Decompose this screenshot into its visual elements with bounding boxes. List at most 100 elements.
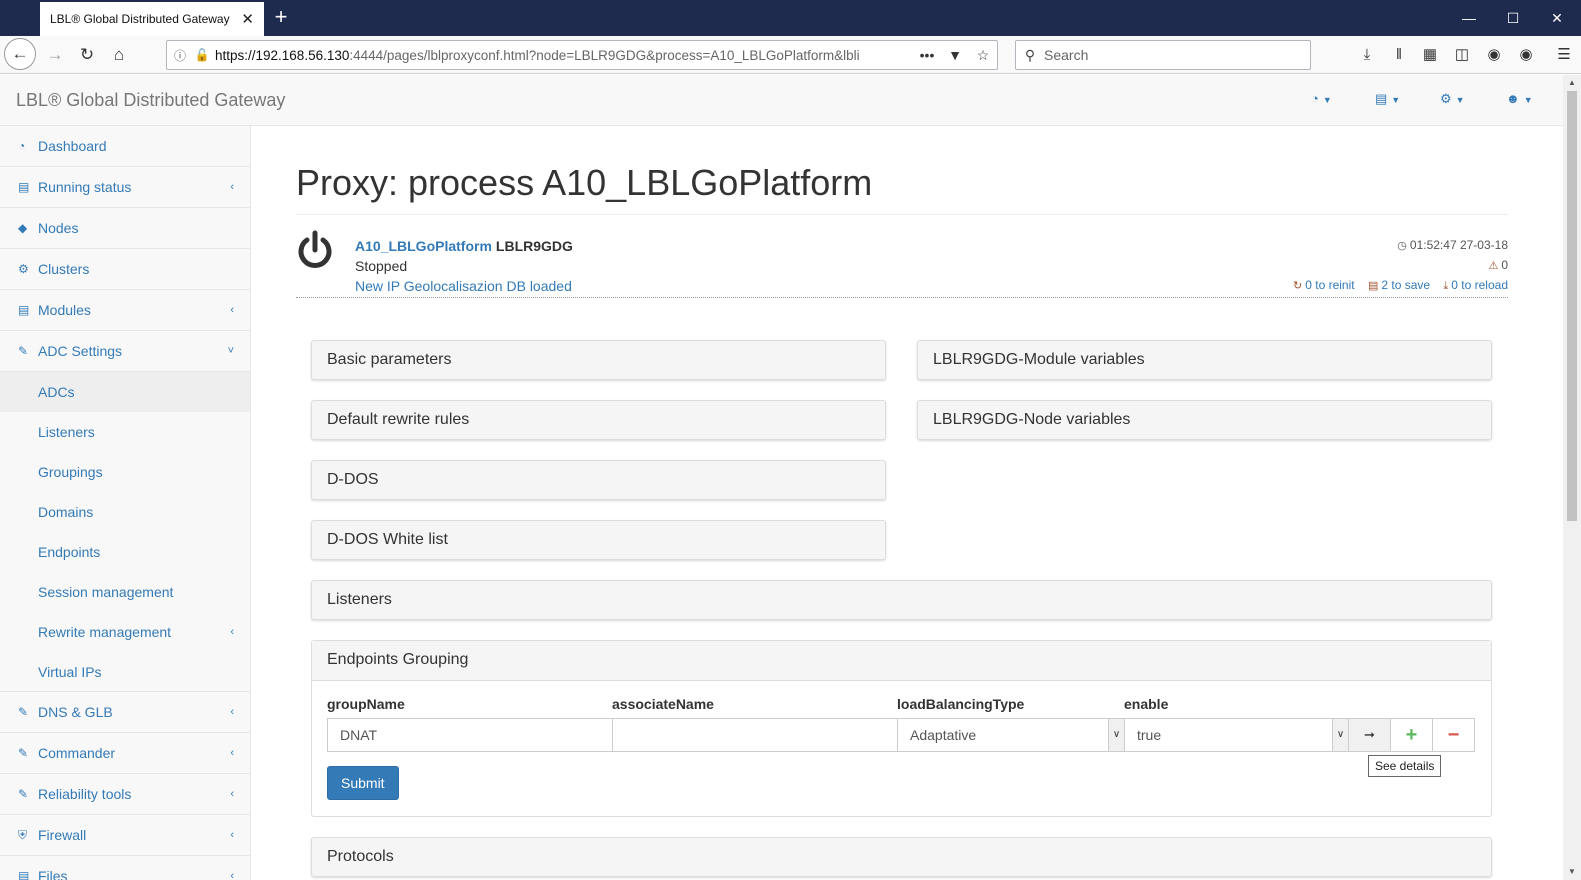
home-icon[interactable]: ⌂ — [104, 40, 134, 70]
info-icon[interactable]: ⓘ — [167, 47, 193, 64]
chevron-down-icon[interactable]: ∨ — [1108, 719, 1124, 751]
sidebar-item-dashboard[interactable]: ◔ Dashboard — [0, 126, 250, 167]
sign-in-icon: ➞ — [1364, 727, 1375, 742]
sidebar-item-firewall[interactable]: ⛨ Firewall ‹ — [0, 815, 250, 856]
page-actions-icon[interactable]: ••• — [913, 47, 941, 63]
warning-count: ⚠ 0 — [1488, 258, 1508, 272]
floppy-icon: ▤ — [1375, 91, 1388, 106]
dashboard-icon: ◔ — [1311, 91, 1319, 106]
sidebar-item-nodes[interactable]: ◆ Nodes — [0, 208, 250, 249]
caret-down-icon: ▼ — [1322, 95, 1332, 105]
edit-icon: ✎ — [18, 787, 29, 801]
warning-icon: ⚠ — [1488, 260, 1499, 272]
sidebar-item-running-status[interactable]: ▤ Running status ‹ — [0, 167, 250, 208]
remove-row-button[interactable]: − — [1432, 718, 1475, 752]
chevron-left-icon: ‹ — [230, 626, 234, 638]
settings-menu[interactable]: ⚙ ▼ — [1440, 91, 1465, 107]
sidebar-item-dns-glb[interactable]: ✎ DNS & GLB ‹ — [0, 692, 250, 733]
browser-tab[interactable]: LBL® Global Distributed Gateway ✕ — [40, 2, 264, 36]
associate-name-input[interactable] — [612, 718, 898, 752]
panel-node-variables[interactable]: LBLR9GDG-Node variables — [917, 400, 1492, 440]
sidebar-icon[interactable]: ◫ — [1450, 44, 1474, 66]
maximize-icon[interactable]: ☐ — [1491, 0, 1535, 36]
window-close-icon[interactable]: ✕ — [1535, 0, 1579, 36]
tab-close-icon[interactable]: ✕ — [241, 10, 254, 28]
cookie-icon[interactable]: ◉ — [1514, 44, 1538, 66]
reload-icon[interactable]: ↻ — [72, 40, 102, 70]
process-name-link[interactable]: A10_LBLGoPlatform — [355, 238, 492, 254]
bookmark-star-icon[interactable]: ☆ — [969, 47, 997, 64]
group-name-input[interactable] — [327, 718, 613, 752]
url-bar[interactable]: ⓘ 🔓 https://192.168.56.130:4444/pages/lb… — [166, 40, 998, 70]
pocket-icon[interactable]: ▼ — [941, 47, 969, 63]
sidebar-item-reliability-tools[interactable]: ✎ Reliability tools ‹ — [0, 774, 250, 815]
download-icon: ⤓ — [1443, 280, 1449, 292]
to-save-link[interactable]: ▤ 2 to save — [1368, 278, 1430, 292]
app-brand[interactable]: LBL® Global Distributed Gateway — [16, 90, 285, 111]
sidebar-item-adc-settings[interactable]: ✎ ADC Settings ˅ — [0, 331, 250, 372]
pending-actions: ↻ 0 to reinit ▤ 2 to save ⤓ 0 to reload — [1283, 278, 1508, 293]
sidebar-subitem-listeners[interactable]: Listeners — [0, 412, 250, 452]
panel-module-variables[interactable]: LBLR9GDG-Module variables — [917, 340, 1492, 380]
mask-icon[interactable]: ◉ — [1482, 44, 1506, 66]
chevron-down-icon[interactable]: ∨ — [1332, 719, 1348, 751]
panel-ddos[interactable]: D-DOS — [311, 460, 886, 500]
save-menu[interactable]: ▤ ▼ — [1375, 91, 1400, 107]
enable-label: enable — [1124, 696, 1169, 712]
library-icon[interactable]: ‖ — [1387, 44, 1411, 66]
sidebar-item-commander[interactable]: ✎ Commander ‹ — [0, 733, 250, 774]
floppy-icon: ▤ — [1367, 280, 1379, 292]
hamburger-menu-icon[interactable]: ☰ — [1552, 44, 1576, 66]
lb-type-select[interactable]: Adaptative ∨ — [897, 718, 1125, 752]
sidebar-subitem-rewrite-management[interactable]: Rewrite management ‹ — [0, 612, 250, 652]
sidebar-subitem-endpoints[interactable]: Endpoints — [0, 532, 250, 572]
sidebar-item-files[interactable]: ▤ Files ‹ — [0, 856, 250, 880]
to-reload-link[interactable]: ⤓ 0 to reload — [1443, 278, 1508, 292]
url-text[interactable]: https://192.168.56.130:4444/pages/lblpro… — [211, 48, 913, 63]
refresh-icon: ↻ — [1293, 280, 1303, 292]
download-icon[interactable]: ⤓ — [1355, 44, 1379, 66]
process-message[interactable]: New IP Geolocalisazion DB loaded — [355, 278, 572, 294]
forward-arrow-icon[interactable]: → — [40, 40, 70, 70]
panel-basic-parameters[interactable]: Basic parameters — [311, 340, 886, 380]
extension-icon[interactable]: ▦ — [1418, 44, 1442, 66]
scroll-up-icon[interactable]: ▲ — [1563, 75, 1581, 91]
sidebar-subitem-virtual-ips[interactable]: Virtual IPs — [0, 652, 250, 692]
search-input[interactable] — [1044, 47, 1294, 63]
sidebar-subitem-session-management[interactable]: Session management — [0, 572, 250, 612]
back-arrow-icon[interactable]: ← — [4, 38, 36, 70]
to-reinit-link[interactable]: ↻ 0 to reinit — [1293, 278, 1355, 292]
panel-ddos-white-list[interactable]: D-DOS White list — [311, 520, 886, 560]
sidebar-subitem-domains[interactable]: Domains — [0, 492, 250, 532]
search-icon: ⚲ — [1024, 46, 1036, 63]
minimize-icon[interactable]: — — [1447, 0, 1491, 36]
insecure-lock-icon[interactable]: 🔓 — [193, 48, 211, 62]
power-icon[interactable] — [296, 230, 334, 272]
sidebar-item-clusters[interactable]: ⚙ Clusters — [0, 249, 250, 290]
sidebar-subitem-adcs[interactable]: ADCs — [0, 372, 250, 412]
scroll-down-icon[interactable]: ▼ — [1563, 864, 1581, 880]
chevron-left-icon: ‹ — [230, 788, 234, 800]
search-bar[interactable]: ⚲ — [1015, 40, 1311, 70]
sidebar-item-modules[interactable]: ▤ Modules ‹ — [0, 290, 250, 331]
edit-icon: ✎ — [18, 746, 29, 760]
caret-down-icon: ▼ — [1391, 95, 1401, 105]
process-name-line: A10_LBLGoPlatform LBLR9GDG — [355, 238, 573, 254]
edit-icon: ✎ — [18, 705, 29, 719]
see-details-button[interactable]: ➞ — [1348, 718, 1391, 752]
user-icon: ☻ — [1506, 91, 1520, 106]
vertical-scrollbar[interactable]: ▲ ▼ — [1563, 75, 1581, 880]
panel-listeners[interactable]: Listeners — [311, 580, 1492, 620]
submit-button[interactable]: Submit — [327, 766, 399, 800]
add-row-button[interactable]: + — [1390, 718, 1433, 752]
enable-select[interactable]: true ∨ — [1124, 718, 1349, 752]
sidebar-subitem-groupings[interactable]: Groupings — [0, 452, 250, 492]
dashboard-menu[interactable]: ◔ ▼ — [1311, 91, 1332, 106]
new-tab-button[interactable]: + — [270, 4, 292, 30]
scroll-thumb[interactable] — [1567, 91, 1577, 521]
panel-default-rewrite-rules[interactable]: Default rewrite rules — [311, 400, 886, 440]
panel-protocols[interactable]: Protocols — [311, 837, 1492, 877]
user-menu[interactable]: ☻ ▼ — [1506, 91, 1533, 106]
browser-navbar: ← → ↻ ⌂ ⓘ 🔓 https://192.168.56.130:4444/… — [0, 36, 1581, 74]
endpoints-grouping-header[interactable]: Endpoints Grouping — [312, 641, 1491, 681]
